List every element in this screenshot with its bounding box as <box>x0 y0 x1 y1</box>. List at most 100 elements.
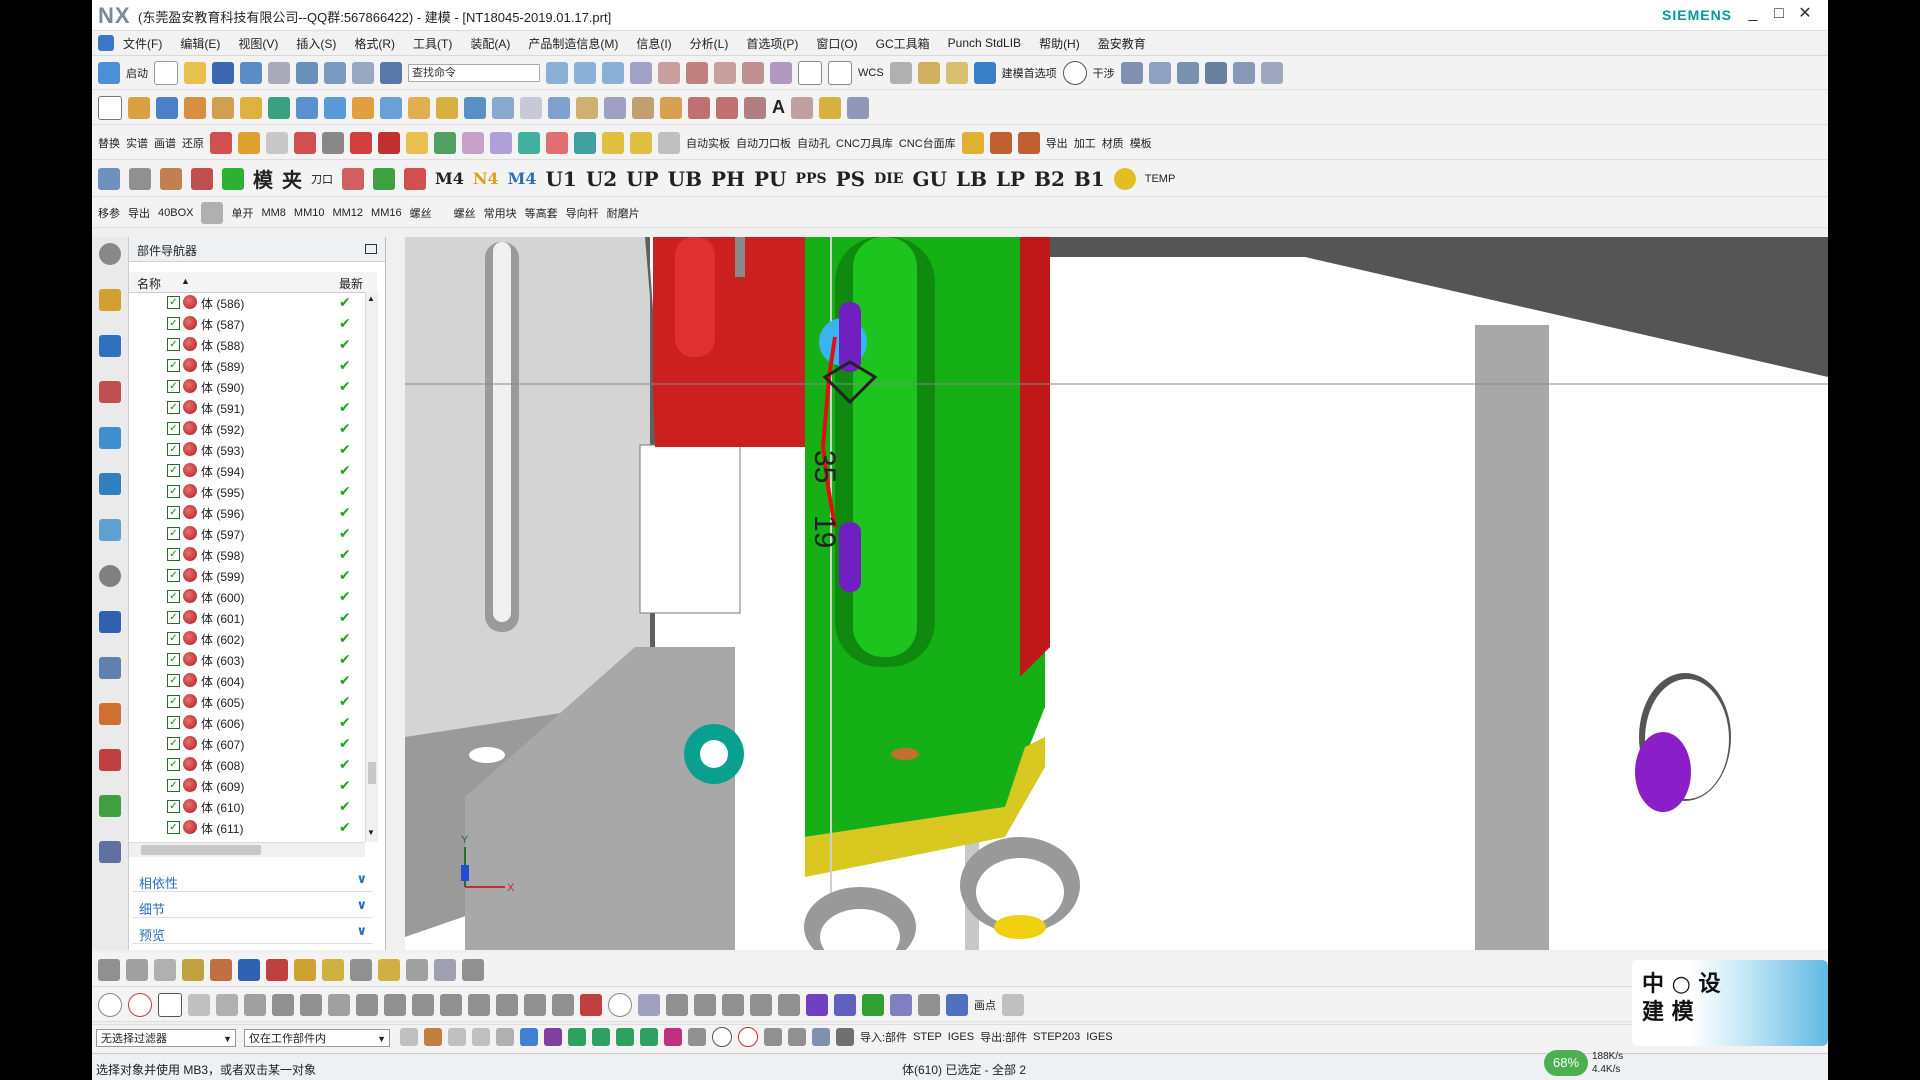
bottom-tool-10-icon[interactable] <box>350 958 372 981</box>
visibility-checkbox[interactable]: ✓ <box>167 569 180 582</box>
window-icon[interactable] <box>296 61 318 84</box>
move-param-button[interactable]: 移参 <box>98 205 120 221</box>
modeling-preferences-button[interactable]: 建模首选项 <box>1002 65 1057 81</box>
chamfer-tool-icon[interactable] <box>328 993 350 1016</box>
snap-14-icon[interactable] <box>712 1027 732 1047</box>
n4-button[interactable]: N4 <box>473 169 499 188</box>
grid-tool-icon[interactable] <box>666 993 688 1016</box>
visibility-checkbox[interactable]: ✓ <box>167 758 180 771</box>
measure-icon[interactable] <box>889 61 912 84</box>
tree-row[interactable]: ✓ 体 (589) ✔ <box>129 355 365 376</box>
visibility-checkbox[interactable]: ✓ <box>167 401 180 414</box>
bottom-tool-12-icon[interactable] <box>406 958 428 981</box>
menu-yingan[interactable]: 盈安教育 <box>1089 35 1155 52</box>
interference-icon[interactable] <box>1062 60 1087 85</box>
ruler-icon[interactable] <box>917 61 940 84</box>
visibility-checkbox[interactable]: ✓ <box>167 716 180 729</box>
snap-8-icon[interactable] <box>568 1028 586 1046</box>
tool-teal2-icon[interactable] <box>574 131 596 154</box>
m4-blue-button[interactable]: M4 <box>508 169 537 188</box>
tree-row[interactable]: ✓ 体 (605) ✔ <box>129 691 365 712</box>
tool-box-icon[interactable] <box>406 131 428 154</box>
machining-button[interactable]: 加工 <box>1074 135 1096 151</box>
snap-icon[interactable] <box>352 61 374 84</box>
hole-icon[interactable] <box>184 96 206 119</box>
red-block-icon[interactable] <box>342 167 364 190</box>
circle-tool-icon[interactable] <box>98 992 122 1017</box>
redo-icon[interactable] <box>268 61 290 84</box>
bottom-tool-8-icon[interactable] <box>294 958 316 981</box>
person-icon[interactable] <box>160 167 182 190</box>
tree-row[interactable]: ✓ 体 (609) ✔ <box>129 775 365 796</box>
visibility-checkbox[interactable]: ✓ <box>167 464 180 477</box>
part-icon[interactable] <box>945 61 968 84</box>
mold-button[interactable]: 模 <box>253 164 273 193</box>
u2-button[interactable]: U2 <box>586 167 617 191</box>
history-icon[interactable] <box>99 565 121 587</box>
import-part-button[interactable]: 导入:部件 <box>860 1029 907 1045</box>
start-icon[interactable] <box>98 61 120 84</box>
wave2-icon[interactable] <box>918 993 940 1016</box>
curve-icon[interactable] <box>630 61 652 84</box>
tree-row[interactable]: ✓ 体 (598) ✔ <box>129 544 365 565</box>
visibility-checkbox[interactable]: ✓ <box>167 359 180 372</box>
snap-17-icon[interactable] <box>788 1028 806 1046</box>
snap-16-icon[interactable] <box>764 1028 782 1046</box>
tool-gray-icon[interactable] <box>266 131 288 154</box>
40box-button[interactable]: 40BOX <box>158 207 193 219</box>
new-file-icon[interactable] <box>154 60 178 85</box>
render-icon[interactable] <box>1204 61 1227 84</box>
unite-icon[interactable] <box>268 96 290 119</box>
more-icon[interactable] <box>1260 61 1283 84</box>
menu-window[interactable]: 窗口(O) <box>807 35 866 52</box>
pattern-icon[interactable] <box>770 61 792 84</box>
settings-icon[interactable] <box>99 243 121 265</box>
adjust2-icon[interactable] <box>404 167 426 190</box>
menu-insert[interactable]: 插入(S) <box>287 35 345 52</box>
tree-row[interactable]: ✓ 体 (590) ✔ <box>129 376 365 397</box>
scroll-thumb[interactable] <box>368 762 376 784</box>
web-browser-icon[interactable] <box>99 519 121 541</box>
roles-icon[interactable] <box>99 749 121 771</box>
selection-filter-dropdown[interactable]: 无选择过滤器 ▼ <box>96 1029 236 1047</box>
offset-icon[interactable] <box>742 61 764 84</box>
tool-auto-icon[interactable] <box>350 131 372 154</box>
snap-13-icon[interactable] <box>688 1028 706 1046</box>
snap-9-icon[interactable] <box>592 1028 610 1046</box>
adjust-icon[interactable] <box>373 167 395 190</box>
tool-red3-icon[interactable] <box>378 131 400 154</box>
tree-row[interactable]: ✓ 体 (596) ✔ <box>129 502 365 523</box>
trim-body-icon[interactable] <box>464 96 486 119</box>
column-name-header[interactable]: 名称 <box>137 275 161 292</box>
menu-format[interactable]: 格式(R) <box>345 35 404 52</box>
snap-4-icon[interactable] <box>472 1028 490 1046</box>
part-navigator-icon[interactable] <box>99 381 121 403</box>
export-step203-button[interactable]: STEP203 <box>1033 1031 1080 1043</box>
navigator-maximize-icon[interactable] <box>365 244 377 254</box>
intersect-icon[interactable] <box>324 96 346 119</box>
mm12-button[interactable]: MM12 <box>332 207 363 219</box>
chamfer-icon[interactable] <box>380 96 402 119</box>
select-icon[interactable] <box>380 61 402 84</box>
b2-button[interactable]: B2 <box>1034 167 1065 191</box>
tree-row[interactable]: ✓ 体 (601) ✔ <box>129 607 365 628</box>
arc-icon[interactable] <box>716 96 738 119</box>
menu-help[interactable]: 帮助(H) <box>1030 35 1089 52</box>
edge-blend-icon[interactable] <box>352 96 374 119</box>
tree-row[interactable]: ✓ 体 (602) ✔ <box>129 628 365 649</box>
arc-text-icon[interactable] <box>216 993 238 1016</box>
visibility-checkbox[interactable]: ✓ <box>167 632 180 645</box>
snap-10-icon[interactable] <box>616 1028 634 1046</box>
angle-icon[interactable] <box>356 993 378 1016</box>
pps-button[interactable]: PPS <box>795 171 826 187</box>
export-iges-button[interactable]: IGES <box>1086 1031 1112 1043</box>
tool-yellow-icon[interactable] <box>602 131 624 154</box>
interference-button[interactable]: 干涉 <box>1093 65 1115 81</box>
visibility-checkbox[interactable]: ✓ <box>167 695 180 708</box>
mm16-button[interactable]: MM16 <box>371 207 402 219</box>
menu-pmi[interactable]: 产品制造信息(M) <box>519 35 627 52</box>
ph-button[interactable]: PH <box>711 167 745 191</box>
tool-red2-icon[interactable] <box>294 131 316 154</box>
orient-icon[interactable] <box>1176 61 1199 84</box>
tool-teal-icon[interactable] <box>518 131 540 154</box>
